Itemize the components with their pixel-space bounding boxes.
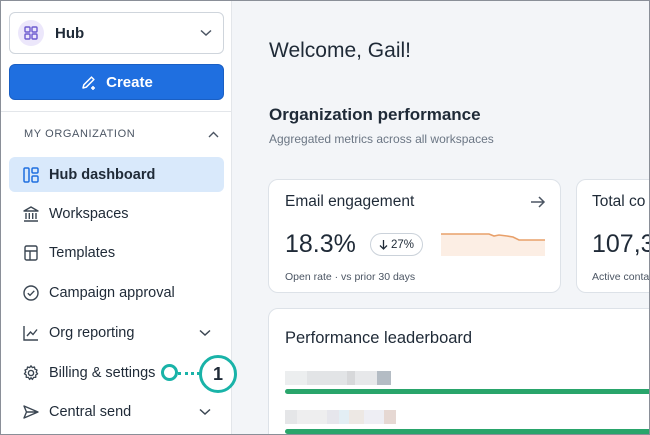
sidebar-item-org-reporting[interactable]: Org reporting [9,315,224,350]
sidebar-item-hub-dashboard[interactable]: Hub dashboard [9,157,224,192]
redacted-name [285,371,391,385]
sidebar-item-label: Campaign approval [49,284,175,301]
sidebar-item-label: Org reporting [49,324,135,341]
chevron-down-icon [199,26,213,40]
progress-bar [285,389,649,394]
building-icon [21,204,41,224]
check-circle-icon [21,283,41,303]
chevron-down-icon [198,326,212,340]
card-title: Performance leaderboard [285,329,473,347]
section-subtitle: Aggregated metrics across all workspaces [269,132,494,146]
gear-icon [21,363,41,383]
metric-footnote: Open rate · vs prior 30 days [285,271,416,283]
delta-badge: 27% [370,233,424,256]
hub-label: Hub [55,24,85,42]
card-title: Total co [592,193,646,210]
email-engagement-card[interactable]: Email engagement 18.3% 27% Open rate · v… [268,179,561,293]
delta-value: 27% [391,238,415,251]
metric-footnote: Active conta [592,271,650,283]
chart-icon [21,323,41,343]
card-title: Email engagement [285,193,415,210]
chevron-down-icon [198,405,212,419]
pencil-plus-icon [82,76,96,90]
sidebar-item-templates[interactable]: Templates [9,235,224,270]
app-window: Hub Create MY ORGANIZATION Hub dashboard… [0,0,650,435]
chevron-up-icon [208,131,219,137]
metric-value: 107,3 [592,230,650,258]
arrow-down-icon [379,240,388,250]
send-icon [21,402,41,422]
sidebar: Hub Create MY ORGANIZATION Hub dashboard… [1,1,232,434]
sidebar-item-central-send[interactable]: Central send [9,394,224,429]
template-icon [21,243,41,263]
grid-icon [18,20,44,46]
arrow-right-icon[interactable] [530,195,546,214]
leaderboard-card: Performance leaderboard [268,308,649,434]
create-button-label: Create [106,73,153,91]
sidebar-item-label: Central send [49,403,132,420]
hub-selector[interactable]: Hub [9,12,224,54]
sidebar-divider [1,111,232,112]
sidebar-item-label: Templates [49,244,116,261]
sidebar-item-label: Workspaces [49,205,129,222]
callout-marker [161,364,178,381]
callout-badge: 1 [199,355,237,393]
metric-value: 18.3% [285,230,356,258]
redacted-name [285,410,396,424]
sparkline [441,233,545,256]
main-content: Welcome, Gail! Organization performance … [232,1,650,434]
section-title: MY ORGANIZATION [24,128,136,140]
dashboard-icon [21,165,41,185]
progress-bar [285,429,649,434]
sidebar-item-workspaces[interactable]: Workspaces [9,196,224,231]
page-title: Welcome, Gail! [269,39,411,62]
sidebar-item-campaign-approval[interactable]: Campaign approval [9,275,224,310]
total-contacts-card[interactable]: Total co 107,3 Active conta [576,179,650,293]
section-heading: Organization performance [269,105,481,124]
sidebar-item-label: Hub dashboard [49,166,156,183]
section-my-organization[interactable]: MY ORGANIZATION [24,128,219,140]
create-button[interactable]: Create [9,64,224,100]
callout-connector [178,372,200,375]
